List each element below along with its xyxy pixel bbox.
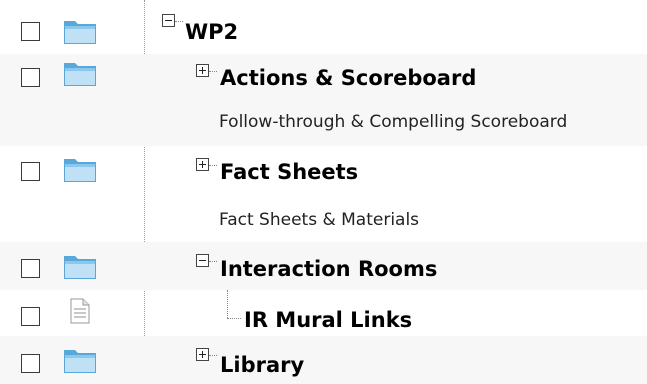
tree-node-label[interactable]: Library — [220, 353, 304, 377]
collapse-toggle[interactable] — [196, 254, 209, 267]
row-checkbox[interactable] — [21, 307, 40, 326]
folder-icon — [63, 252, 97, 280]
tree-connector — [209, 261, 217, 262]
tree-connector — [227, 318, 241, 319]
tree-node-label[interactable]: Actions & Scoreboard — [220, 66, 476, 90]
tree-connector — [209, 71, 217, 72]
folder-icon — [63, 59, 97, 87]
tree-node-label[interactable]: IR Mural Links — [244, 308, 412, 332]
tree-row-interaction-rooms[interactable]: Interaction Rooms — [0, 242, 647, 290]
tree-connector — [175, 21, 183, 22]
tree-row-fact-sheets[interactable]: Fact Sheets Fact Sheets & Materials — [0, 146, 647, 242]
expand-toggle[interactable] — [196, 158, 209, 171]
row-checkbox[interactable] — [21, 68, 40, 87]
tree-connector — [227, 290, 228, 318]
expand-toggle[interactable] — [196, 64, 209, 77]
tree-node-description: Follow-through & Compelling Scoreboard — [219, 112, 568, 132]
folder-icon — [63, 155, 97, 183]
tree-row-ir-mural-links[interactable]: IR Mural Links — [0, 290, 647, 336]
row-checkbox[interactable] — [21, 162, 40, 181]
tree-node-label[interactable]: Fact Sheets — [220, 160, 358, 184]
tree-row-library[interactable]: Library — [0, 336, 647, 384]
document-icon — [70, 298, 90, 324]
tree-row-actions-scoreboard[interactable]: Actions & Scoreboard Follow-through & Co… — [0, 54, 647, 146]
folder-icon — [63, 346, 97, 374]
tree-connector — [209, 355, 217, 356]
collapse-toggle[interactable] — [162, 14, 175, 27]
tree-node-label[interactable]: Interaction Rooms — [220, 257, 437, 281]
row-checkbox[interactable] — [21, 22, 40, 41]
row-checkbox[interactable] — [21, 354, 40, 373]
expand-toggle[interactable] — [196, 348, 209, 361]
tree-row-wp2[interactable]: WP2 — [0, 8, 647, 54]
tree-node-description: Fact Sheets & Materials — [219, 210, 420, 230]
tree-node-label[interactable]: WP2 — [185, 20, 238, 44]
folder-icon — [63, 17, 97, 45]
row-checkbox[interactable] — [21, 259, 40, 278]
tree-connector — [209, 165, 217, 166]
